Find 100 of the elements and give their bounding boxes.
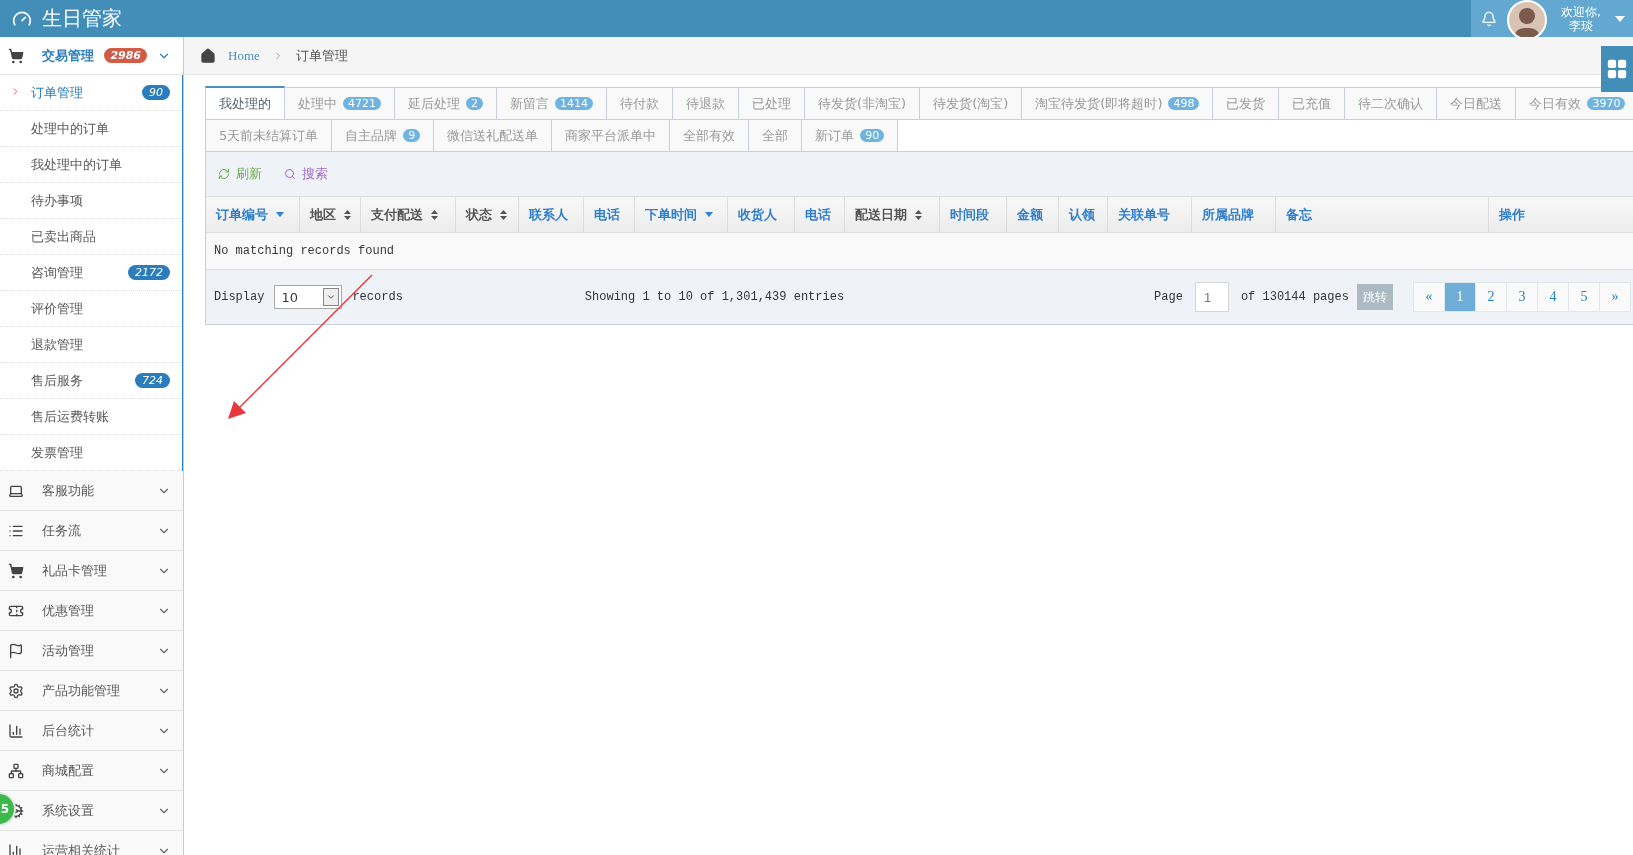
tab[interactable]: 我处理的	[205, 86, 285, 120]
search-button[interactable]: 搜索	[284, 165, 328, 183]
tab[interactable]: 已充值	[1278, 87, 1346, 120]
column-header[interactable]: 配送日期	[845, 197, 940, 232]
sidebar-item[interactable]: 售后运费转账	[0, 399, 182, 435]
tab[interactable]: 淘宝待发货(即将超时) 498	[1021, 87, 1214, 120]
page-link[interactable]: «	[1412, 282, 1445, 312]
sidebar-item[interactable]: 评价管理	[0, 291, 182, 327]
sidebar-item[interactable]: 退款管理	[0, 327, 182, 363]
refresh-icon	[218, 168, 230, 180]
tab[interactable]: 全部	[748, 119, 803, 152]
home-icon[interactable]	[200, 47, 216, 64]
tab[interactable]: 延后处理 2	[394, 87, 497, 120]
layout-grid-button[interactable]	[1601, 46, 1633, 92]
page-link[interactable]: 1	[1443, 282, 1476, 312]
sidebar-group[interactable]: 产品功能管理	[0, 671, 183, 711]
sidebar-group[interactable]: 优惠管理	[0, 591, 183, 631]
count-badge: 90	[142, 85, 170, 100]
column-header[interactable]: 认领	[1059, 197, 1108, 232]
column-header[interactable]: 地区	[300, 197, 361, 232]
column-header[interactable]: 收货人	[728, 197, 795, 232]
count-badge: 9	[403, 129, 421, 142]
bell-icon[interactable]	[1481, 10, 1497, 27]
column-header[interactable]: 金额	[1007, 197, 1059, 232]
grid-icon	[1606, 58, 1628, 80]
tab[interactable]: 新订单 90	[801, 119, 899, 152]
page-size-select[interactable]: 10	[274, 285, 343, 309]
tab[interactable]: 自主品牌 9	[331, 119, 435, 152]
count-badge: 3970	[1587, 97, 1626, 110]
sort-desc-icon	[276, 212, 284, 217]
breadcrumb-current: 订单管理	[295, 46, 348, 65]
tab[interactable]: 新留言 1414	[496, 87, 607, 120]
column-header[interactable]: 状态	[456, 197, 519, 232]
tab[interactable]: 待二次确认	[1344, 87, 1438, 120]
column-header[interactable]: 操作	[1489, 197, 1633, 232]
sidebar-item[interactable]: 已卖出商品	[0, 219, 182, 255]
caret-icon[interactable]	[1615, 15, 1625, 22]
tab[interactable]: 今日有效 3970	[1515, 87, 1633, 120]
tab[interactable]: 处理中 4721	[284, 87, 395, 120]
column-header[interactable]: 所属品牌	[1192, 197, 1276, 232]
column-header[interactable]: 时间段	[940, 197, 1007, 232]
tab[interactable]: 今日配送	[1436, 87, 1517, 120]
column-header[interactable]: 电话	[795, 197, 845, 232]
page-link[interactable]: »	[1598, 282, 1631, 312]
column-header[interactable]: 联系人	[519, 197, 584, 232]
entries-info: Showing 1 to 10 of 1,301,439 entries	[584, 290, 845, 304]
column-header[interactable]: 订单编号	[206, 197, 300, 232]
tab[interactable]: 全部有效	[669, 119, 750, 152]
user-name: 李琰	[1569, 18, 1593, 33]
sidebar-item[interactable]: 订单管理 90	[0, 75, 182, 111]
sort-icon	[431, 209, 438, 220]
sidebar-item[interactable]: 咨询管理 2172	[0, 255, 182, 291]
search-icon	[284, 168, 296, 180]
sidebar-group[interactable]: 后台统计	[0, 711, 183, 751]
tab[interactable]: 待退款	[672, 87, 739, 120]
tab[interactable]: 已处理	[738, 87, 805, 120]
bar-chart-icon	[8, 722, 24, 739]
column-header[interactable]: 支付配送	[361, 197, 456, 232]
page-link[interactable]: 3	[1505, 282, 1538, 312]
tab[interactable]: 待发货(淘宝)	[919, 87, 1023, 120]
count-badge: 2172	[128, 265, 170, 280]
tab[interactable]: 微信送礼配送单	[433, 119, 553, 152]
sidebar-item[interactable]: 售后服务 724	[0, 363, 182, 399]
sidebar-group[interactable]: 交易管理 2986	[0, 37, 183, 75]
page-link[interactable]: 2	[1474, 282, 1507, 312]
tab[interactable]: 待付款	[606, 87, 673, 120]
column-header[interactable]: 下单时间	[635, 197, 728, 232]
count-badge: 2	[466, 97, 483, 110]
tab[interactable]: 5天前未结算订单	[205, 119, 333, 152]
cart-icon	[8, 47, 24, 64]
page-link[interactable]: 4	[1536, 282, 1569, 312]
column-header[interactable]: 电话	[584, 197, 635, 232]
tab[interactable]: 已发货	[1212, 87, 1280, 120]
sort-icon	[500, 209, 507, 220]
refresh-button[interactable]: 刷新	[218, 165, 262, 183]
sidebar-group[interactable]: 活动管理	[0, 631, 183, 671]
sidebar-group[interactable]: 客服功能	[0, 471, 183, 511]
count-badge: 2986	[104, 48, 147, 63]
tab[interactable]: 商家平台派单中	[551, 119, 671, 152]
sidebar-item[interactable]: 我处理中的订单	[0, 147, 182, 183]
column-header[interactable]: 关联单号	[1108, 197, 1192, 232]
page-input[interactable]: 1	[1194, 282, 1229, 312]
gear-icon	[8, 682, 24, 699]
page-link[interactable]: 5	[1567, 282, 1600, 312]
avatar[interactable]	[1507, 0, 1547, 40]
sidebar-item[interactable]: 处理中的订单	[0, 111, 182, 147]
sidebar-group[interactable]: 礼品卡管理	[0, 551, 183, 591]
sort-icon	[915, 209, 922, 220]
column-header[interactable]: 备忘	[1276, 197, 1489, 232]
tab[interactable]: 待发货(非淘宝)	[804, 87, 921, 120]
sitemap-icon	[8, 762, 24, 779]
breadcrumb-link[interactable]: Home	[228, 47, 260, 64]
sidebar-group[interactable]: 任务流	[0, 511, 183, 551]
cart-icon	[8, 562, 24, 579]
records-label: records	[352, 290, 403, 304]
empty-message: No matching records found	[214, 244, 395, 258]
page-count: of 130144 pages	[1240, 290, 1349, 304]
sidebar-group[interactable]: 商城配置	[0, 751, 183, 791]
jump-button[interactable]: 跳转	[1356, 284, 1393, 310]
sidebar-item[interactable]: 待办事项	[0, 183, 182, 219]
